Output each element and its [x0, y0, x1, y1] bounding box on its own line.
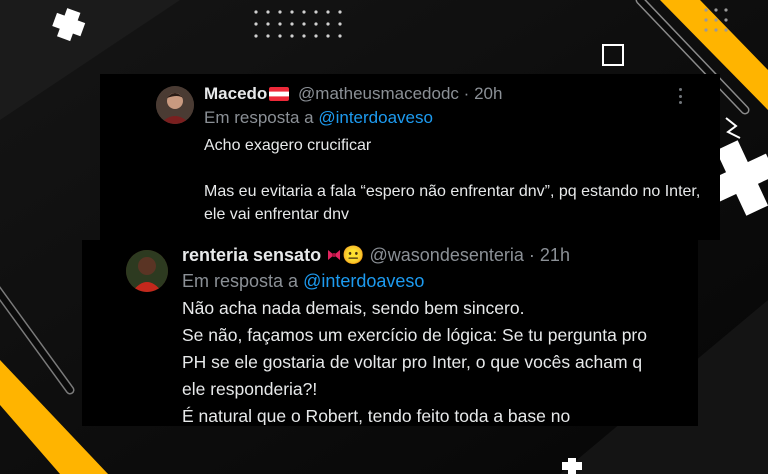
avatar[interactable] [156, 86, 194, 124]
reply-mention-link[interactable]: @interdoaveso [318, 108, 433, 127]
separator-dot: · [463, 84, 470, 103]
reply-prefix: Em resposta a [182, 271, 299, 291]
reply-prefix: Em resposta a [204, 108, 314, 127]
austria-flag-icon [269, 86, 290, 106]
tweet-line: ele responderia?! [182, 379, 318, 399]
tweet-card-macedo: Macedo @matheusmacedodc · 20h Em respost… [100, 74, 720, 240]
tweet-header: renteria sensato 😐 @wasondesenteria · 21… [182, 245, 570, 265]
tweet-paragraph: Acho exagero crucificar [204, 137, 372, 154]
reply-mention-link[interactable]: @interdoaveso [303, 271, 424, 291]
tweet-line: PH se ele gostaria de voltar pro Inter, … [182, 352, 643, 372]
red-bow-icon [326, 245, 342, 265]
display-name[interactable]: renteria sensato [182, 245, 321, 265]
tweet-line: É natural que o Robert, tendo feito toda… [182, 406, 571, 425]
reply-context: Em resposta a @interdoaveso [204, 108, 433, 128]
tweet-body: Acho exagero crucificar Mas eu evitaria … [204, 134, 704, 226]
tweet-paragraph: Mas eu evitaria a fala “espero não enfre… [204, 183, 701, 223]
user-handle[interactable]: @wasondesenteria [370, 245, 524, 265]
timestamp[interactable]: 21h [540, 245, 570, 265]
user-handle[interactable]: @matheusmacedodc [298, 84, 459, 103]
tweet-line: Não acha nada demais, sendo bem sincero. [182, 298, 525, 318]
tweet-header: Macedo @matheusmacedodc · 20h [204, 84, 502, 106]
separator-dot: · [528, 245, 535, 265]
tweet-body: Não acha nada demais, sendo bem sincero.… [182, 295, 702, 425]
more-options-icon[interactable] [678, 88, 682, 104]
name-emoji: 😐 [342, 245, 365, 265]
square-outline-icon [602, 44, 624, 66]
display-name[interactable]: Macedo [204, 84, 267, 103]
tweet-card-renteria: renteria sensato 😐 @wasondesenteria · 21… [82, 240, 698, 426]
timestamp[interactable]: 20h [474, 84, 502, 103]
reply-context: Em resposta a @interdoaveso [182, 271, 424, 292]
avatar[interactable] [126, 250, 168, 292]
tweet-line: Se não, façamos um exercício de lógica: … [182, 325, 647, 345]
